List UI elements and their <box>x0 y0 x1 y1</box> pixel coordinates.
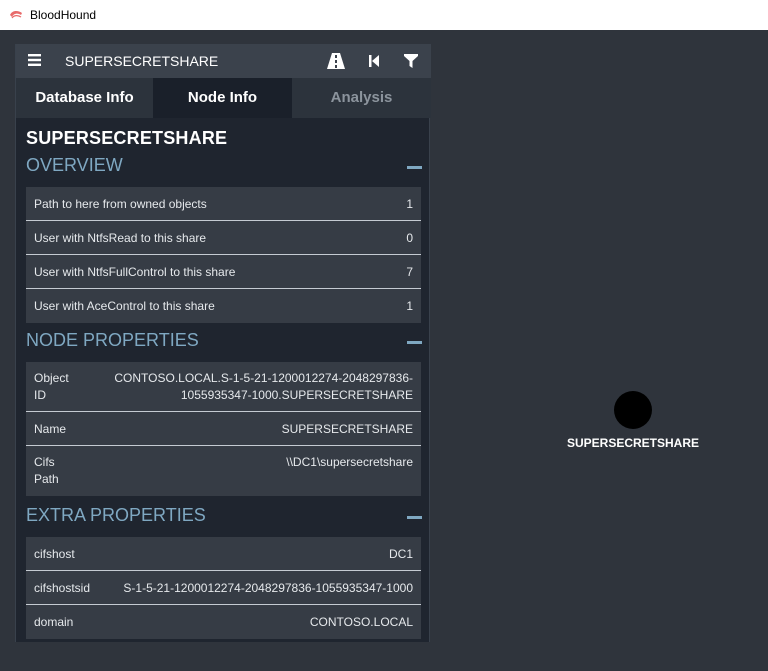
node-properties-section-header: NODE PROPERTIES <box>26 330 422 354</box>
table-row[interactable]: User with NtfsRead to this share 0 <box>26 221 421 255</box>
filter-icon[interactable] <box>401 52 421 70</box>
node-title: SUPERSECRETSHARE <box>26 128 228 148</box>
row-label: User with AceControl to this share <box>34 299 215 313</box>
collapse-node-properties-icon[interactable] <box>407 341 422 344</box>
row-value: \\DC1\supersecretshare <box>286 455 413 469</box>
bloodhound-logo-icon <box>10 10 22 19</box>
tab-node-info[interactable]: Node Info <box>153 78 292 118</box>
collapse-extra-properties-icon[interactable] <box>407 516 422 519</box>
search-node-title[interactable]: SUPERSECRETSHARE <box>65 53 218 69</box>
overview-title: OVERVIEW <box>26 155 123 175</box>
overview-table: Path to here from owned objects 1 User w… <box>26 187 421 323</box>
tab-database-info[interactable]: Database Info <box>16 78 153 118</box>
row-label: domain <box>34 615 74 629</box>
panel-tabs: Database Info Node Info Analysis <box>16 78 431 118</box>
row-value: 0 <box>406 231 413 245</box>
row-value: 1 <box>406 299 413 313</box>
row-label: cifshostsid <box>34 581 91 595</box>
table-row: domain CONTOSO.LOCAL <box>26 605 421 639</box>
window-titlebar: BloodHound <box>0 0 768 30</box>
row-label: User with NtfsFullControl to this share <box>34 265 236 279</box>
row-value: CONTOSO.LOCAL <box>309 615 413 629</box>
row-value: DC1 <box>388 547 413 561</box>
pathfinding-road-icon[interactable] <box>326 52 346 70</box>
overview-section-header: OVERVIEW <box>26 155 422 179</box>
collapse-overview-icon[interactable] <box>407 166 422 169</box>
panel-header: SUPERSECRETSHARE <box>16 44 431 78</box>
table-row: Name SUPERSECRETSHARE <box>26 412 421 446</box>
graph-node[interactable] <box>614 391 652 429</box>
extra-properties-section-header: EXTRA PROPERTIES <box>26 505 422 529</box>
row-value: 7 <box>406 265 413 279</box>
row-label: Path to here from owned objects <box>34 197 207 211</box>
row-value: 1 <box>406 197 413 211</box>
hamburger-menu-icon[interactable] <box>28 54 41 66</box>
extra-properties-title: EXTRA PROPERTIES <box>26 505 206 525</box>
table-row: cifshostsid S-1-5-21-1200012274-20482978… <box>26 571 421 605</box>
table-row: cifshost DC1 <box>26 537 421 571</box>
table-row: Object ID CONTOSO.LOCAL.S-1-5-21-1200012… <box>26 362 421 412</box>
row-value: SUPERSECRETSHARE <box>281 422 413 436</box>
node-properties-title: NODE PROPERTIES <box>26 330 199 350</box>
tab-analysis[interactable]: Analysis <box>292 78 431 118</box>
table-row[interactable]: User with AceControl to this share 1 <box>26 289 421 323</box>
row-label: Object ID <box>34 371 69 402</box>
node-properties-table: Object ID CONTOSO.LOCAL.S-1-5-21-1200012… <box>26 362 421 496</box>
node-info-panel: SUPERSECRETSHARE Database Info Node Info… <box>15 44 431 642</box>
table-row[interactable]: User with NtfsFullControl to this share … <box>26 255 421 289</box>
row-label: cifshost <box>34 547 75 561</box>
row-value: CONTOSO.LOCAL.S-1-5-21-1200012274-204829… <box>114 371 413 402</box>
window-title: BloodHound <box>30 8 97 22</box>
graph-node-label: SUPERSECRETSHARE <box>566 436 700 450</box>
back-icon[interactable] <box>364 52 384 70</box>
table-row: Cifs Path \\DC1\supersecretshare <box>26 446 421 496</box>
row-value: S-1-5-21-1200012274-2048297836-105593534… <box>123 581 413 595</box>
table-row[interactable]: Path to here from owned objects 1 <box>26 187 421 221</box>
row-label: Cifs Path <box>34 455 59 486</box>
row-label: User with NtfsRead to this share <box>34 231 207 245</box>
row-label: Name <box>34 422 67 436</box>
extra-properties-table: cifshost DC1 cifshostsid S-1-5-21-120001… <box>26 537 421 639</box>
